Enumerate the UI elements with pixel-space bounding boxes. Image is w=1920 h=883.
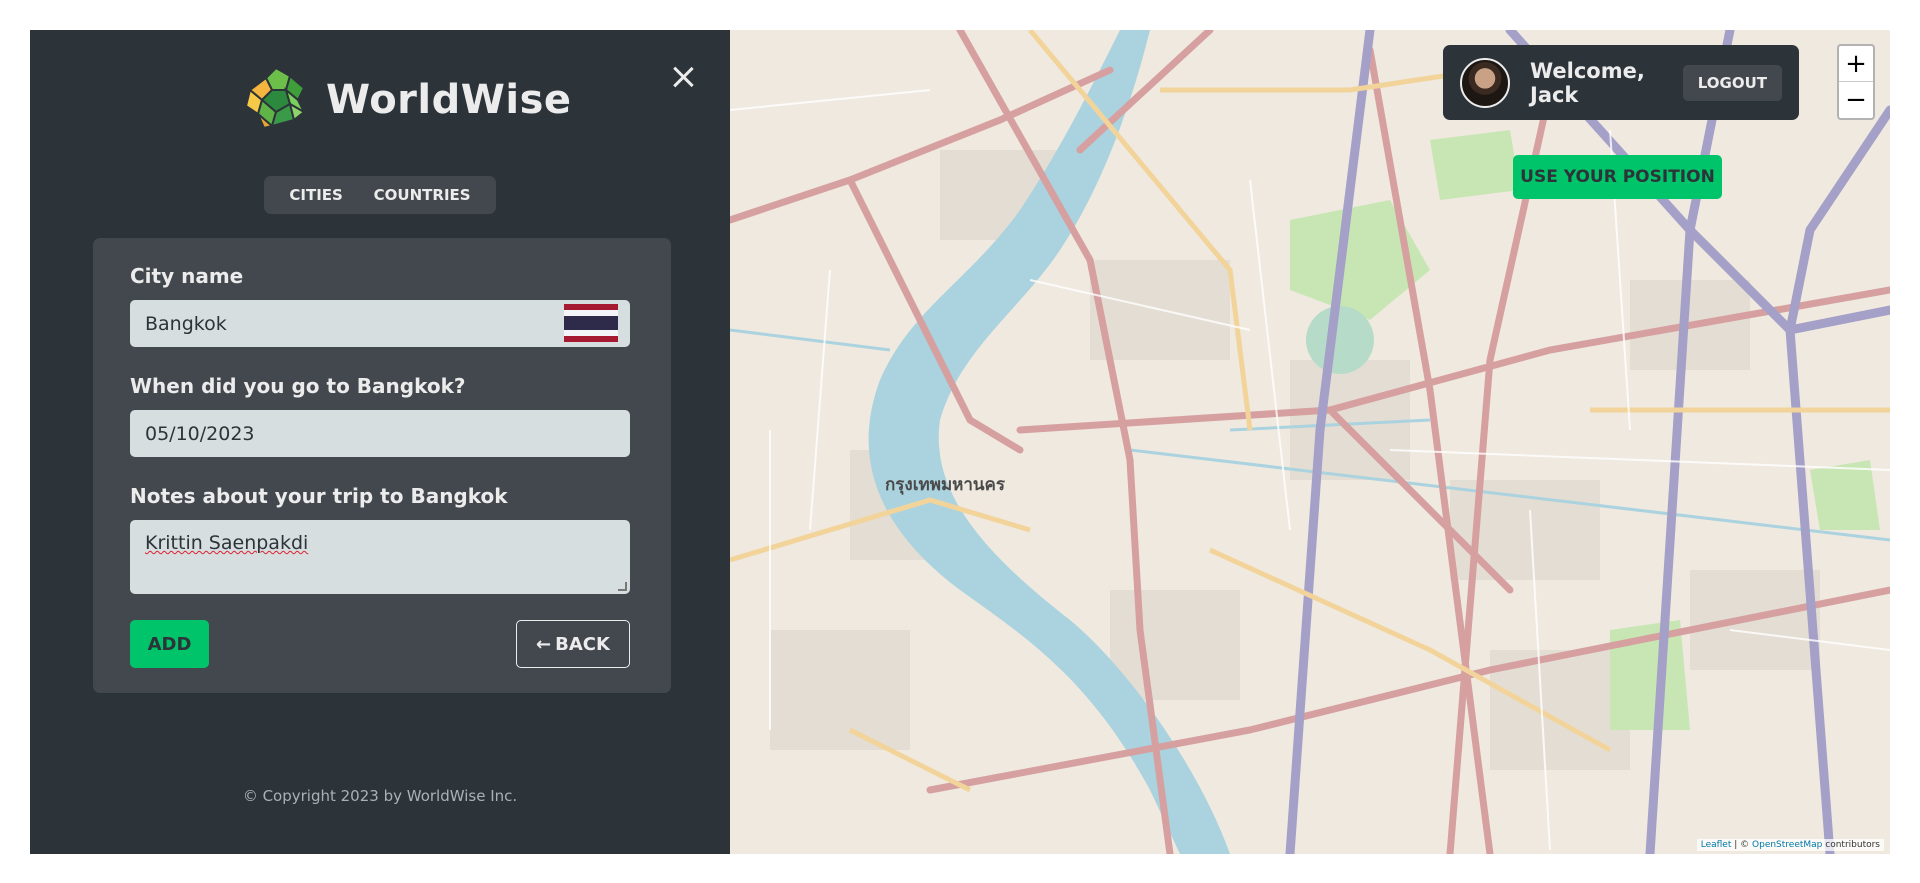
tab-countries[interactable]: COUNTRIES bbox=[360, 180, 485, 210]
map[interactable]: กรุงเทพมหานคร Welcome, Jack LOGOUT + − U… bbox=[730, 30, 1890, 854]
leaflet-link[interactable]: Leaflet bbox=[1701, 840, 1732, 850]
copyright: © Copyright 2023 by WorldWise Inc. bbox=[242, 787, 518, 805]
zoom-control: + − bbox=[1837, 44, 1875, 120]
use-position-button[interactable]: USE YOUR POSITION bbox=[1513, 155, 1722, 199]
logo-icon bbox=[243, 66, 309, 133]
arrow-left-icon: ← bbox=[536, 633, 552, 655]
osm-link[interactable]: OpenStreetMap bbox=[1752, 840, 1822, 850]
sidebar: WorldWise CITIES COUNTRIES City name Ban… bbox=[30, 30, 730, 854]
tab-cities[interactable]: CITIES bbox=[275, 180, 356, 210]
back-button-label: BACK bbox=[555, 633, 610, 655]
zoom-in-button[interactable]: + bbox=[1839, 46, 1873, 82]
brand-name: WorldWise bbox=[326, 77, 572, 123]
resize-handle-icon[interactable] bbox=[618, 582, 627, 591]
zoom-out-button[interactable]: − bbox=[1839, 82, 1873, 118]
city-name-input[interactable]: Bangkok bbox=[130, 300, 630, 347]
map-tiles[interactable]: กรุงเทพมหานคร bbox=[730, 30, 1890, 854]
notes-textarea[interactable]: Krittin Saenpakdi bbox=[130, 520, 630, 594]
nav-tabs: CITIES COUNTRIES bbox=[264, 176, 496, 214]
attribution-separator: | © bbox=[1731, 840, 1753, 850]
city-name-value: Bangkok bbox=[145, 312, 227, 335]
date-input[interactable]: 05/10/2023 bbox=[130, 410, 630, 457]
notes-label: Notes about your trip to Bangkok bbox=[130, 484, 508, 508]
welcome-text: Welcome, Jack bbox=[1530, 58, 1645, 107]
add-button[interactable]: ADD bbox=[130, 620, 209, 668]
date-value: 05/10/2023 bbox=[145, 422, 255, 445]
logout-button[interactable]: LOGOUT bbox=[1682, 64, 1782, 101]
flag-stripe bbox=[564, 336, 618, 342]
thailand-flag-icon bbox=[564, 304, 618, 342]
map-city-label: กรุงเทพมหานคร bbox=[885, 475, 1006, 495]
map-attribution: Leaflet | © OpenStreetMap contributors bbox=[1696, 839, 1884, 851]
logo[interactable]: WorldWise bbox=[242, 66, 572, 134]
back-button[interactable]: ← BACK bbox=[516, 620, 630, 668]
notes-value: Krittin Saenpakdi bbox=[145, 532, 309, 554]
close-icon[interactable] bbox=[670, 64, 696, 90]
date-label: When did you go to Bangkok? bbox=[130, 374, 466, 398]
user-card: Welcome, Jack LOGOUT bbox=[1443, 45, 1799, 120]
add-city-form: City name Bangkok When did you go to Ban… bbox=[93, 238, 671, 693]
avatar bbox=[1460, 57, 1510, 108]
attribution-tail: contributors bbox=[1822, 840, 1880, 850]
flag-stripe bbox=[564, 316, 618, 330]
city-name-label: City name bbox=[130, 264, 244, 288]
app: WorldWise CITIES COUNTRIES City name Ban… bbox=[30, 30, 1890, 854]
